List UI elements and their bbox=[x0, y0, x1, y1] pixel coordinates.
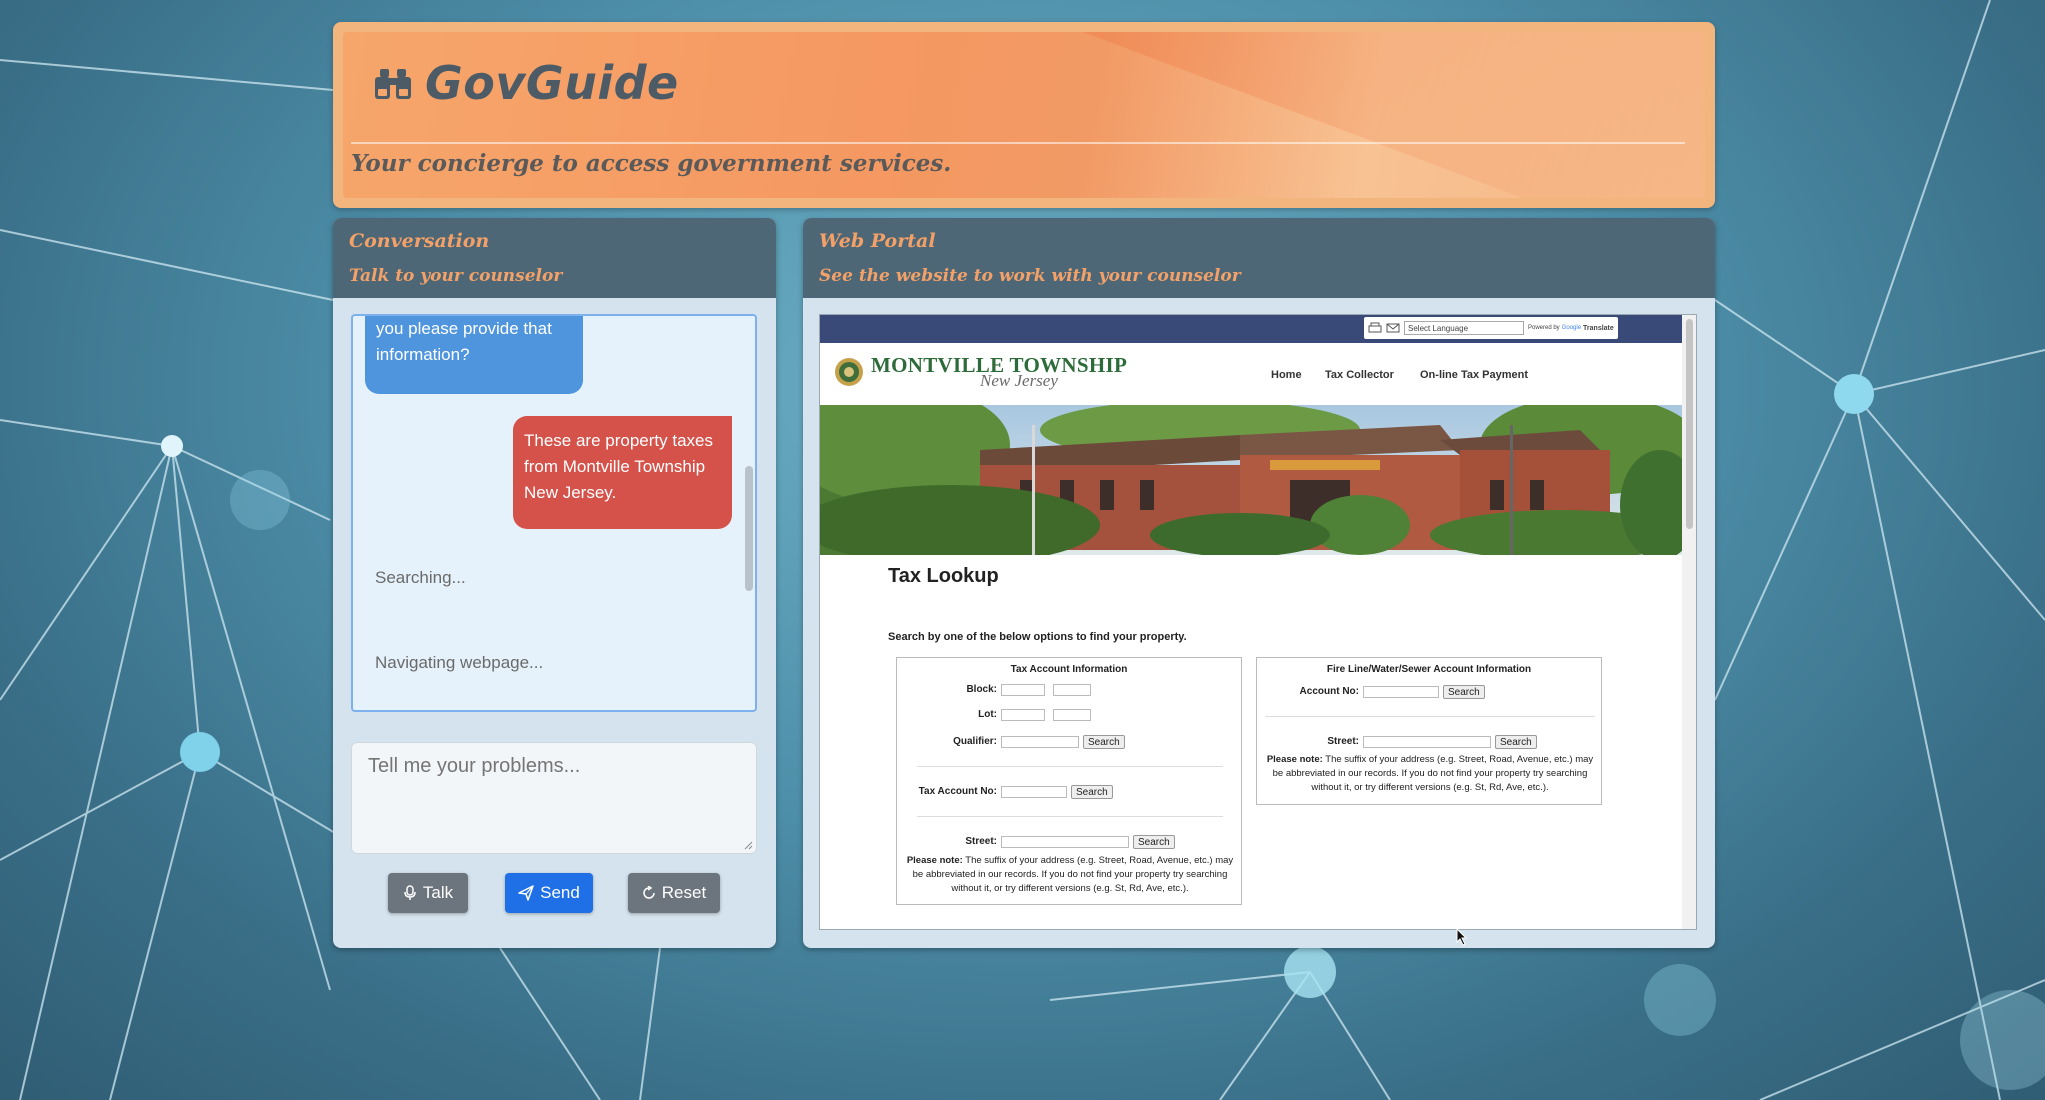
fire-street-search-button[interactable]: Search bbox=[1495, 735, 1537, 749]
note-label: Please note: bbox=[906, 855, 963, 866]
nav-tax-collector[interactable]: Tax Collector bbox=[1325, 369, 1394, 381]
web-portal-header: Web Portal See the website to work with … bbox=[803, 218, 1715, 298]
township-seal-icon[interactable] bbox=[834, 357, 864, 387]
talk-button[interactable]: Talk bbox=[388, 873, 468, 913]
site-state: New Jersey bbox=[980, 371, 1058, 390]
fire-note-label: Please note: bbox=[1266, 754, 1323, 765]
binoculars-icon bbox=[375, 69, 411, 99]
app-header: GovGuide Your concierge to access govern… bbox=[333, 22, 1715, 208]
tax-account-no-input[interactable] bbox=[1001, 786, 1067, 798]
web-portal-subtitle: See the website to work with your counse… bbox=[819, 266, 1241, 286]
send-button[interactable]: Send bbox=[505, 873, 593, 913]
app-title: GovGuide bbox=[425, 56, 679, 110]
status-searching: Searching... bbox=[375, 568, 466, 587]
fire-address-suffix-note: Please note: The suffix of your address … bbox=[1265, 753, 1595, 795]
section-divider bbox=[917, 816, 1223, 817]
reset-icon bbox=[643, 886, 655, 899]
conversation-header: Conversation Talk to your counselor bbox=[333, 218, 776, 298]
lot-input[interactable] bbox=[1001, 709, 1045, 721]
account-no-input[interactable] bbox=[1363, 686, 1439, 698]
township-building-photo bbox=[820, 405, 1682, 555]
google-logo-text: Google bbox=[1561, 325, 1582, 331]
tax-lookup-heading: Tax Lookup bbox=[888, 565, 999, 587]
user-message: These are property taxes from Montville … bbox=[513, 416, 732, 529]
embedded-website[interactable]: Select Language Powered by Google Transl… bbox=[819, 314, 1697, 930]
website-scroll-thumb[interactable] bbox=[1686, 319, 1693, 529]
email-icon[interactable] bbox=[1386, 322, 1400, 334]
fire-line-title: Fire Line/Water/Sewer Account Informatio… bbox=[1326, 664, 1532, 675]
microphone-icon bbox=[404, 885, 416, 900]
web-portal-title: Web Portal bbox=[819, 230, 936, 252]
fire-line-section: Fire Line/Water/Sewer Account Informatio… bbox=[1256, 657, 1602, 805]
send-icon bbox=[518, 885, 534, 901]
street-search-button[interactable]: Search bbox=[1133, 835, 1175, 849]
conversation-panel: Conversation Talk to your counselor you … bbox=[333, 218, 776, 948]
conversation-title: Conversation bbox=[349, 230, 490, 252]
lot-suffix-input[interactable] bbox=[1053, 709, 1091, 721]
reset-button[interactable]: Reset bbox=[628, 873, 720, 913]
translate-widget[interactable]: Select Language Powered by Google Transl… bbox=[1364, 317, 1618, 339]
fire-street-input[interactable] bbox=[1363, 736, 1491, 748]
tax-account-section: Tax Account Information Block: Lot: Qual… bbox=[896, 657, 1242, 905]
send-button-label: Send bbox=[540, 883, 580, 902]
site-header: MONTVILLE TOWNSHIP New Jersey Home Tax C… bbox=[820, 343, 1682, 405]
translate-text: Translate bbox=[1583, 324, 1614, 332]
chat-scrollbar[interactable] bbox=[745, 466, 753, 591]
address-suffix-note: Please note: The suffix of your address … bbox=[905, 854, 1235, 896]
talk-button-label: Talk bbox=[422, 883, 454, 902]
brand: GovGuide bbox=[373, 56, 679, 110]
tax-account-search-button[interactable]: Search bbox=[1071, 785, 1113, 799]
header-banner: GovGuide Your concierge to access govern… bbox=[343, 32, 1705, 198]
qualifier-input[interactable] bbox=[1001, 736, 1079, 748]
app-tagline: Your concierge to access government serv… bbox=[351, 150, 952, 177]
status-navigating: Navigating webpage... bbox=[375, 653, 544, 672]
bot-message: you please provide that information? bbox=[365, 316, 583, 394]
lot-label: Lot: bbox=[978, 709, 997, 720]
street-input[interactable] bbox=[1001, 836, 1129, 848]
website-scrollbar[interactable] bbox=[1682, 315, 1696, 929]
header-divider bbox=[351, 142, 1685, 144]
reset-button-label: Reset bbox=[661, 883, 707, 902]
chat-history[interactable]: you please provide that information? The… bbox=[351, 314, 757, 712]
section-divider bbox=[1265, 716, 1595, 717]
resize-grip-icon[interactable] bbox=[743, 840, 753, 850]
block-suffix-input[interactable] bbox=[1053, 684, 1091, 696]
tax-account-no-label: Tax Account No: bbox=[918, 786, 997, 797]
tax-lookup-instruction: Search by one of the below options to fi… bbox=[888, 631, 1187, 643]
mouse-cursor-icon bbox=[1456, 928, 1468, 946]
nav-home[interactable]: Home bbox=[1271, 369, 1302, 381]
account-search-button[interactable]: Search bbox=[1443, 685, 1485, 699]
nav-online-tax-payment[interactable]: On-line Tax Payment bbox=[1420, 369, 1528, 381]
section-divider bbox=[917, 766, 1223, 767]
tax-account-title: Tax Account Information bbox=[1010, 664, 1128, 675]
qualifier-label: Qualifier: bbox=[953, 736, 997, 747]
conversation-subtitle: Talk to your counselor bbox=[349, 266, 563, 286]
block-lot-search-button[interactable]: Search bbox=[1083, 735, 1125, 749]
block-label: Block: bbox=[966, 684, 997, 695]
message-input[interactable] bbox=[351, 742, 757, 854]
fire-street-label: Street: bbox=[1327, 736, 1359, 747]
block-input[interactable] bbox=[1001, 684, 1045, 696]
language-select[interactable]: Select Language bbox=[1404, 321, 1524, 335]
account-no-label: Account No: bbox=[1299, 686, 1359, 697]
web-portal-panel: Web Portal See the website to work with … bbox=[803, 218, 1715, 948]
print-icon[interactable] bbox=[1368, 322, 1382, 334]
site-top-bar: Select Language Powered by Google Transl… bbox=[820, 315, 1682, 343]
street-label: Street: bbox=[965, 836, 997, 847]
powered-by-text: Powered by bbox=[1528, 325, 1560, 331]
